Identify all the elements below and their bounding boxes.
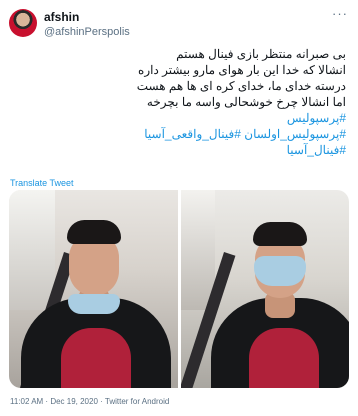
tweet-line: انشالا که خدا این بار هوای مارو بیشتر دا… bbox=[138, 63, 346, 77]
avatar[interactable] bbox=[9, 9, 37, 37]
hair bbox=[252, 222, 307, 246]
photo-2[interactable] bbox=[180, 190, 349, 388]
tweet: afshin @afshinPerspolis ··· بی صبرانه من… bbox=[0, 0, 358, 416]
media-grid bbox=[9, 190, 349, 388]
tweet-text: بی صبرانه منتظر بازی فینال هستم انشالا ک… bbox=[16, 46, 346, 158]
face-mask bbox=[253, 256, 306, 286]
hashtag-link[interactable]: #پرسپولیس bbox=[16, 110, 346, 126]
hair bbox=[67, 220, 121, 244]
car-window bbox=[180, 190, 215, 310]
hashtag-link[interactable]: #فینال_آسیا bbox=[16, 142, 346, 158]
more-options-icon[interactable]: ··· bbox=[332, 6, 348, 21]
hashtag-link[interactable]: #پرسپولیس_اولسان #فینال_واقعی_آسیا bbox=[16, 126, 346, 142]
photo-1[interactable] bbox=[9, 190, 178, 388]
user-handle[interactable]: @afshinPerspolis bbox=[44, 26, 130, 38]
face-mask bbox=[68, 294, 120, 314]
translate-tweet-link[interactable]: Translate Tweet bbox=[10, 178, 74, 188]
shirt bbox=[61, 328, 131, 388]
tweet-line: اما انشالا چرخ خوشحالی واسه ما بچرخه bbox=[146, 95, 346, 109]
display-name[interactable]: afshin bbox=[44, 10, 79, 24]
car-window bbox=[9, 190, 55, 310]
tweet-timestamp[interactable]: 11:02 AM · Dec 19, 2020 · Twitter for An… bbox=[10, 397, 169, 406]
tweet-line: درسته خدای ما، خدای کره ای ها هم هست bbox=[136, 79, 346, 93]
shirt bbox=[248, 328, 319, 388]
tweet-line: بی صبرانه منتظر بازی فینال هستم bbox=[176, 47, 346, 61]
